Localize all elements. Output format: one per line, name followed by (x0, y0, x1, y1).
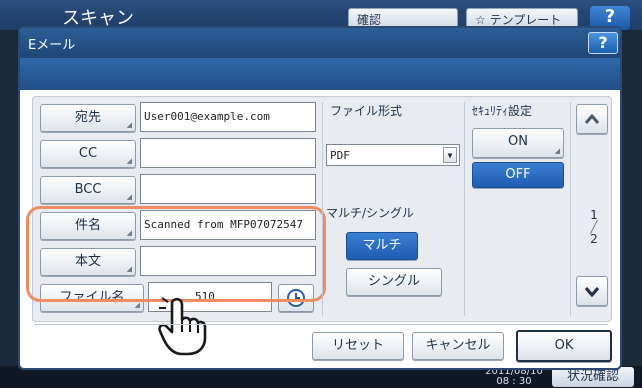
column-divider (570, 102, 571, 316)
chevron-up-icon (584, 113, 600, 124)
scroll-up-button[interactable] (576, 104, 608, 134)
email-dialog: Eメール ? 宛先 ◢ User001@example.com CC ◢ BCC ◢ … (18, 26, 622, 370)
security-label: ｾｷｭﾘﾃｨ設定 (472, 104, 533, 118)
security-off-label: OFF (505, 167, 531, 182)
file-format-label: ファイル形式 (330, 104, 403, 118)
page-indicator: 1 ╱ 2 (582, 208, 606, 246)
single-label: シングル (367, 274, 420, 289)
highlight-frame (26, 206, 326, 302)
multi-single-label: マルチ/シングル (326, 206, 415, 220)
datetime: 2011/08/10 08 : 30 (485, 366, 543, 387)
scroll-down-button[interactable] (576, 276, 608, 306)
dialog-header: Eメール ? (20, 28, 620, 58)
cc-label: CC (78, 146, 98, 161)
file-format-value: PDF (330, 149, 350, 162)
arrow-icon: ◢ (126, 121, 132, 129)
to-field[interactable]: User001@example.com (140, 102, 316, 132)
arrow-icon: ◢ (134, 301, 140, 309)
chevron-down-icon[interactable]: ▼ (443, 147, 457, 163)
ok-button[interactable]: OK (516, 330, 612, 362)
help-button[interactable]: ? (588, 32, 618, 54)
column-divider (464, 102, 465, 316)
security-off-button[interactable]: OFF (472, 162, 564, 188)
arrow-icon: ◢ (126, 157, 132, 165)
ok-label: OK (554, 338, 574, 353)
cc-field[interactable] (140, 138, 316, 168)
single-button[interactable]: シングル (346, 268, 442, 296)
bcc-field[interactable] (140, 174, 316, 204)
dialog-band (20, 58, 620, 90)
security-on-label: ON (508, 134, 528, 149)
security-on-button[interactable]: ON ◢ (472, 128, 564, 158)
reset-button[interactable]: リセット (312, 332, 404, 360)
page-total: 2 (590, 232, 598, 246)
cc-button[interactable]: CC ◢ (40, 140, 136, 168)
multi-button[interactable]: マルチ (346, 232, 418, 260)
bcc-button[interactable]: BCC ◢ (40, 176, 136, 204)
cancel-label: キャンセル (425, 338, 491, 353)
hand-pointer-icon (158, 296, 207, 356)
to-label: 宛先 (74, 110, 101, 125)
bcc-label: BCC (74, 182, 102, 197)
dialog-title: Eメール (28, 38, 76, 53)
multi-label: マルチ (362, 238, 402, 253)
page-separator: ╱ (590, 220, 598, 234)
chevron-down-icon (584, 287, 600, 298)
cancel-button[interactable]: キャンセル (412, 332, 504, 360)
to-button[interactable]: 宛先 ◢ (40, 104, 136, 132)
footer-divider (34, 324, 608, 325)
column-divider (322, 102, 323, 316)
reset-label: リセット (331, 338, 384, 353)
arrow-icon: ◢ (126, 193, 132, 201)
file-format-select[interactable]: PDF ▼ (326, 144, 460, 166)
status-check-button[interactable]: 状況確認 (552, 367, 634, 387)
arrow-icon: ◢ (554, 147, 560, 155)
